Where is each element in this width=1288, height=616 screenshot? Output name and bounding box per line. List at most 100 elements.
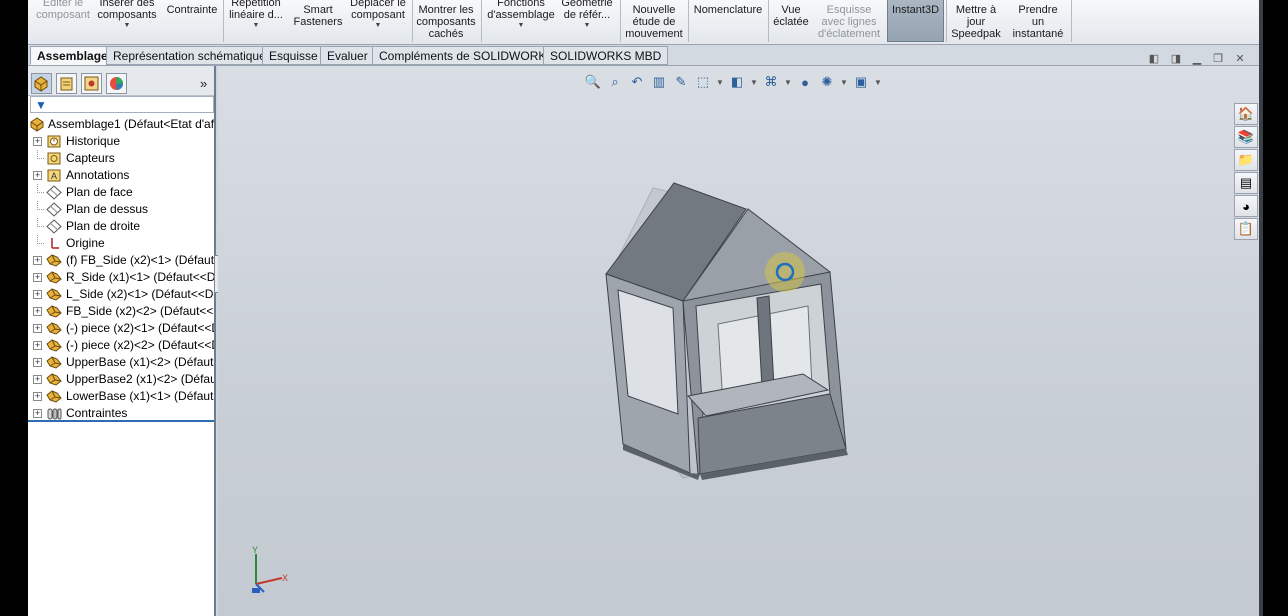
tree-item[interactable]: + (-) piece (x2)<2> (Défaut<<De [28, 337, 214, 354]
tree-item[interactable]: + R_Side (x1)<1> (Défaut<<Défa [28, 269, 214, 286]
triad-y-label: Y [252, 545, 258, 555]
tree-item[interactable]: Plan de face [28, 184, 214, 201]
tree-connector [37, 150, 44, 159]
expand-toggle-icon[interactable]: + [33, 324, 42, 333]
display-manager-tab-icon[interactable] [106, 73, 127, 94]
move-component-button[interactable]: Déplacer le composant ▼ [346, 0, 410, 44]
update-speedpak-button[interactable]: Mettre à jour Speedpak [947, 0, 1005, 44]
property-manager-tab-icon[interactable] [56, 73, 77, 94]
take-snapshot-button[interactable]: Prendre un instantané [1006, 0, 1070, 44]
tab-assemblage[interactable]: Assemblage [30, 46, 115, 65]
mate-label: Contrainte [166, 4, 218, 16]
tree-item-label: L_Side (x2)<1> (Défaut<<Défa [66, 287, 214, 301]
tree-item[interactable]: + UpperBase (x1)<2> (Défaut<< [28, 354, 214, 371]
insert-components-button[interactable]: Insérer des composants ▼ [94, 0, 160, 44]
feature-manager-tab-icon[interactable] [31, 73, 52, 94]
exploded-view-button[interactable]: Vue éclatée [769, 0, 813, 44]
expand-toggle-icon[interactable]: + [33, 392, 42, 401]
tree-item-label: (-) piece (x2)<1> (Défaut<<De [66, 321, 214, 335]
feature-manager-panel: » ▼ Assemblage1 (Défaut<Etat d'affic + His… [28, 66, 216, 616]
part-icon [46, 287, 62, 302]
assembly-features-label: Fonctions d'assemblage [487, 0, 555, 21]
custom-properties-icon[interactable]: 📋 [1234, 218, 1258, 240]
bill-of-materials-button[interactable]: Nomenclature [689, 0, 767, 44]
minimize-icon[interactable]: ▁ [1191, 53, 1203, 65]
new-motion-study-button[interactable]: Nouvelle étude de mouvement [621, 0, 687, 44]
file-explorer-icon[interactable]: 📁 [1234, 149, 1258, 171]
move-component-label: Déplacer le composant [350, 0, 406, 21]
plane-icon [46, 219, 62, 234]
expand-toggle-icon[interactable]: + [33, 409, 42, 418]
tree-item[interactable]: Capteurs [28, 150, 214, 167]
mate-button[interactable]: Contrainte [162, 0, 222, 44]
expand-panel-button[interactable]: » [200, 76, 207, 91]
reference-geometry-button[interactable]: Géométrie de référ... ▼ [556, 0, 618, 44]
expand-toggle-icon[interactable]: + [33, 273, 42, 282]
expand-toggle-icon[interactable]: + [33, 307, 42, 316]
chevron-down-icon[interactable]: ▼ [375, 22, 382, 30]
expand-toggle-icon[interactable]: + [33, 341, 42, 350]
appearances-icon[interactable]: ◕ [1234, 195, 1258, 217]
insert-components-label: Insérer des composants [97, 0, 157, 21]
expand-toggle-icon[interactable]: + [33, 256, 42, 265]
tree-item[interactable]: + (f) FB_Side (x2)<1> (Défaut<< [28, 252, 214, 269]
design-library-icon[interactable]: 📚 [1234, 126, 1258, 148]
tab-addins[interactable]: Compléments de SOLIDWORKS [372, 46, 562, 65]
home-icon[interactable]: 🏠 [1234, 103, 1258, 125]
command-manager-ribbon: Editer le composant Insérer des composan… [28, 0, 1259, 45]
instant3d-button[interactable]: Instant3D [887, 0, 944, 42]
house-enclosure-model[interactable] [605, 182, 848, 480]
tree-item-label: Origine [66, 236, 105, 250]
assembly-model[interactable] [218, 66, 1259, 616]
tree-end-marker [28, 420, 214, 422]
tree-item[interactable]: Origine [28, 235, 214, 252]
filter-icon[interactable]: ▼ [35, 98, 47, 112]
explode-line-sketch-button[interactable]: Esquisse avec lignes d'éclatement [812, 0, 886, 44]
tab-mbd[interactable]: SOLIDWORKS MBD [543, 46, 669, 65]
linear-pattern-button[interactable]: Répétition linéaire d... ▼ [224, 0, 288, 44]
tree-item[interactable]: + L_Side (x2)<1> (Défaut<<Défa [28, 286, 214, 303]
graphics-area[interactable]: 🔍 ⌕ ↶ ▥ ✎ ⬚ ▼ ◧ ▼ ⌘ ▼ ● ✺ ▼ ▣ ▼ Y X [218, 66, 1259, 616]
show-hidden-components-label: Montrer les composants cachés [416, 4, 476, 40]
tile-right-icon[interactable]: ◨ [1170, 53, 1182, 65]
chevron-down-icon[interactable]: ▼ [253, 22, 260, 30]
tree-connector [37, 218, 44, 227]
assembly-features-button[interactable]: Fonctions d'assemblage ▼ [482, 0, 560, 44]
expand-toggle-icon[interactable]: + [33, 358, 42, 367]
reference-geometry-label: Géométrie de référ... [561, 0, 613, 21]
exploded-view-label: Vue éclatée [773, 4, 809, 28]
tree-item[interactable]: Plan de droite [28, 218, 214, 235]
tree-item-label: UpperBase2 (x1)<2> (Défaut< [66, 372, 214, 386]
linear-pattern-label: Répétition linéaire d... [229, 0, 283, 21]
tree-item[interactable]: + UpperBase2 (x1)<2> (Défaut< [28, 371, 214, 388]
view-palette-icon[interactable]: ▤ [1234, 172, 1258, 194]
configuration-manager-tab-icon[interactable] [81, 73, 102, 94]
tree-item[interactable]: Plan de dessus [28, 201, 214, 218]
tree-item[interactable]: + Historique [28, 133, 214, 150]
tile-left-icon[interactable]: ◧ [1148, 53, 1160, 65]
expand-toggle-icon[interactable]: + [33, 137, 42, 146]
tree-filter-input[interactable]: ▼ [30, 96, 214, 113]
tree-root-assembly[interactable]: Assemblage1 (Défaut<Etat d'affic [28, 116, 214, 133]
sensor-icon [46, 151, 62, 166]
tree-item[interactable]: + LowerBase (x1)<1> (Défaut<< [28, 388, 214, 405]
chevron-down-icon[interactable]: ▼ [518, 22, 525, 30]
expand-toggle-icon[interactable]: + [33, 171, 42, 180]
tab-evaluate[interactable]: Evaluer [320, 46, 375, 65]
tree-item[interactable]: + A Annotations [28, 167, 214, 184]
chevron-down-icon[interactable]: ▼ [584, 22, 591, 30]
chevron-down-icon[interactable]: ▼ [124, 22, 131, 30]
edit-component-button[interactable]: Editer le composant [28, 0, 98, 44]
tree-item[interactable]: + (-) piece (x2)<1> (Défaut<<De [28, 320, 214, 337]
tree-item-label: (-) piece (x2)<2> (Défaut<<De [66, 338, 214, 352]
show-hidden-components-button[interactable]: Montrer les composants cachés [413, 0, 479, 44]
tab-sketch[interactable]: Esquisse [262, 46, 325, 65]
expand-toggle-icon[interactable]: + [33, 290, 42, 299]
close-icon[interactable]: ✕ [1234, 53, 1246, 65]
tree-item[interactable]: + FB_Side (x2)<2> (Défaut<<Déf [28, 303, 214, 320]
tree-item-label: (f) FB_Side (x2)<1> (Défaut<< [66, 253, 214, 267]
tab-schematic[interactable]: Représentation schématique [106, 46, 273, 65]
smart-fasteners-button[interactable]: Smart Fasteners [290, 0, 346, 44]
restore-icon[interactable]: ❐ [1212, 53, 1224, 65]
expand-toggle-icon[interactable]: + [33, 375, 42, 384]
